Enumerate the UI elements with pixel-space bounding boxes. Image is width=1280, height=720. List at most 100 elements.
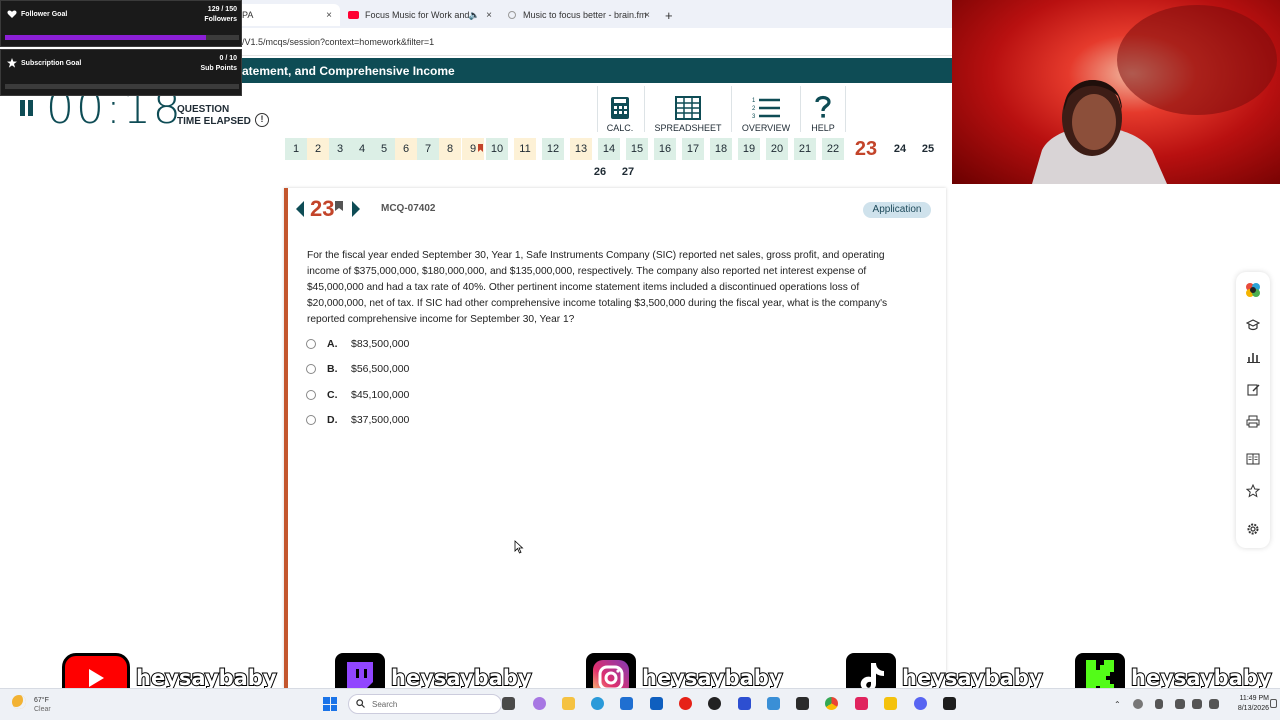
help-button[interactable]: HELP <box>806 87 840 133</box>
browser-tab-focus-music[interactable]: Focus Music for Work and 🔈 × <box>348 4 496 26</box>
taskbar-app-icon[interactable] <box>738 697 751 710</box>
star-icon[interactable] <box>1245 483 1261 499</box>
battery-icon[interactable] <box>1209 699 1219 709</box>
answer-option-c[interactable]: C. $45,100,000 <box>306 387 409 403</box>
question-nav-item[interactable]: 27 <box>617 161 639 183</box>
taskbar-app-icon[interactable] <box>502 697 515 710</box>
pause-icon[interactable] <box>20 100 34 116</box>
question-nav-item[interactable]: 2 <box>307 138 329 160</box>
answer-option-d[interactable]: D. $37,500,000 <box>306 412 409 428</box>
graduation-cap-icon[interactable] <box>1245 317 1261 333</box>
divider <box>731 86 732 132</box>
question-nav-item[interactable]: 23 <box>851 138 881 160</box>
tool-label: CALC. <box>606 123 634 133</box>
question-id: MCQ-07402 <box>381 203 436 214</box>
globe-favicon-icon <box>508 11 516 19</box>
question-nav-item[interactable]: 5 <box>373 138 395 160</box>
info-icon[interactable]: ! <box>255 113 269 127</box>
edge-icon[interactable] <box>591 697 604 710</box>
stem-line: $45,000,000 and had a tax rate of 40%. O… <box>307 282 860 293</box>
question-nav-item[interactable]: 20 <box>766 138 788 160</box>
weather-widget[interactable]: 67°F Clear <box>34 696 51 714</box>
youtube-taskbar-icon[interactable] <box>679 697 692 710</box>
speaker-icon[interactable]: 🔈 <box>469 10 480 21</box>
question-nav-item[interactable]: 17 <box>682 138 704 160</box>
webcam-figure <box>1032 5 1277 184</box>
question-nav-item[interactable]: 25 <box>917 138 939 160</box>
weather-temp: 67°F <box>34 697 49 704</box>
notification-icon[interactable] <box>1270 699 1277 708</box>
epic-games-icon[interactable] <box>796 697 809 710</box>
option-letter: D. <box>327 414 338 426</box>
taskbar-app-icon[interactable] <box>767 697 780 710</box>
answer-option-b[interactable]: B. $56,500,000 <box>306 361 409 377</box>
question-nav-item[interactable]: 26 <box>589 161 611 183</box>
goal-progress-fill <box>5 35 207 40</box>
print-icon[interactable] <box>1245 413 1261 429</box>
question-nav-item[interactable]: 6 <box>395 138 417 160</box>
divider <box>597 86 598 132</box>
bar-chart-icon[interactable] <box>1245 349 1261 365</box>
discord-icon[interactable] <box>914 697 927 710</box>
taskbar-app-icon[interactable] <box>855 697 868 710</box>
radio-button[interactable] <box>306 364 316 374</box>
next-question-icon[interactable] <box>352 201 360 217</box>
taskbar-app-icon[interactable] <box>533 697 546 710</box>
tray-icon[interactable] <box>1133 699 1143 709</box>
question-nav-item[interactable]: 1 <box>285 138 307 160</box>
taskbar-app-icon[interactable] <box>620 697 633 710</box>
folder-icon[interactable] <box>562 697 575 710</box>
url-text[interactable]: /V1.5/mcqs/session?context=homework&filt… <box>242 37 434 47</box>
radio-button[interactable] <box>306 390 316 400</box>
taskbar-app-icon[interactable] <box>884 697 897 710</box>
close-tab-icon[interactable]: × <box>326 10 332 21</box>
question-nav-item[interactable]: 12 <box>542 138 564 160</box>
question-nav-item[interactable]: 7 <box>417 138 439 160</box>
question-nav-item[interactable]: 24 <box>889 138 911 160</box>
app-logo-icon[interactable] <box>1245 282 1261 298</box>
previous-question-icon[interactable] <box>296 201 304 217</box>
close-tab-icon[interactable]: × <box>644 10 650 21</box>
calculator-icon <box>611 97 629 119</box>
browser-tab-brainfm[interactable]: Music to focus better - brain.fm × <box>508 4 656 26</box>
chrome-icon[interactable] <box>825 697 838 710</box>
question-nav-item[interactable]: 4 <box>351 138 373 160</box>
question-nav-item[interactable]: 22 <box>822 138 844 160</box>
taskbar-app-icon[interactable] <box>943 697 956 710</box>
browser-tab-active[interactable]: PA × <box>236 4 340 26</box>
question-nav-item[interactable]: 16 <box>654 138 676 160</box>
answer-option-a[interactable]: A. $83,500,000 <box>306 336 409 352</box>
close-tab-icon[interactable]: × <box>486 10 492 21</box>
wifi-icon[interactable] <box>1175 699 1185 709</box>
question-nav-item[interactable]: 14 <box>598 138 620 160</box>
edit-icon[interactable] <box>1245 381 1261 397</box>
volume-icon[interactable] <box>1192 699 1202 709</box>
weather-moon-icon[interactable] <box>12 695 26 709</box>
notes-icon[interactable] <box>1245 451 1261 467</box>
question-nav-item[interactable]: 18 <box>710 138 732 160</box>
radio-button[interactable] <box>306 415 316 425</box>
overview-button[interactable]: 1 2 3 OVERVIEW <box>738 87 794 133</box>
radio-button[interactable] <box>306 339 316 349</box>
question-nav-item[interactable]: 13 <box>570 138 592 160</box>
new-tab-button[interactable]: + <box>665 4 673 26</box>
tray-chevron-icon[interactable]: ⌃ <box>1114 700 1121 709</box>
outlook-icon[interactable] <box>650 697 663 710</box>
calculator-button[interactable]: CALC. <box>602 87 638 133</box>
question-nav-item[interactable]: 3 <box>329 138 351 160</box>
start-icon[interactable] <box>323 697 337 711</box>
question-nav-item[interactable]: 8 <box>439 138 461 160</box>
taskbar-clock[interactable]: 11:49 PM 8/13/2026 <box>1225 694 1269 714</box>
stem-line: For the fiscal year ended September 30, … <box>307 250 885 261</box>
question-nav-item[interactable]: 21 <box>794 138 816 160</box>
taskbar-app-icon[interactable] <box>708 697 721 710</box>
goal-progress-bar <box>5 84 239 89</box>
handle-text: heysaybaby <box>1130 665 1273 691</box>
question-nav-item[interactable]: 19 <box>738 138 760 160</box>
question-nav-item[interactable]: 15 <box>626 138 648 160</box>
settings-icon[interactable] <box>1245 521 1261 537</box>
question-nav-item[interactable]: 11 <box>514 138 536 160</box>
microphone-icon[interactable] <box>1155 699 1163 709</box>
question-nav-item[interactable]: 10 <box>486 138 508 160</box>
spreadsheet-button[interactable]: SPREADSHEET <box>650 87 726 133</box>
